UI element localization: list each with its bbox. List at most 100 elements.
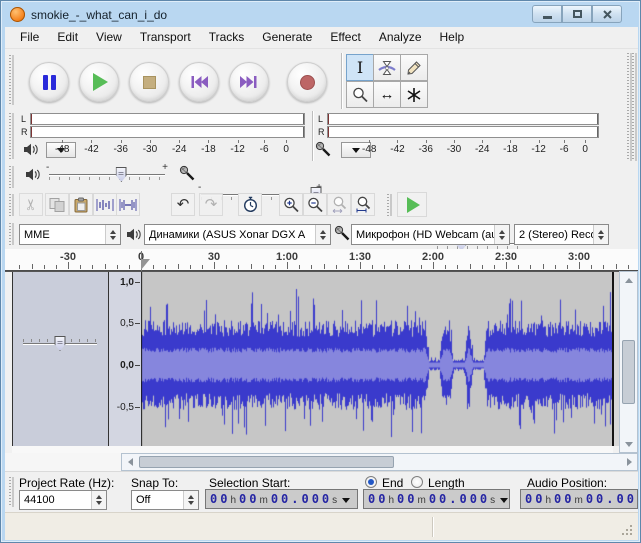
zoom-tool-button[interactable] — [346, 81, 374, 108]
transport-toolbar-grip[interactable] — [9, 55, 11, 105]
fit-project-button[interactable] — [351, 193, 375, 216]
scroll-down-button[interactable] — [620, 436, 637, 452]
snap-to-select[interactable]: Off — [131, 490, 199, 510]
track-control-panel[interactable] — [13, 272, 108, 446]
paste-button[interactable] — [69, 193, 93, 216]
multi-tool-button[interactable] — [400, 81, 428, 108]
tools-toolbar: I ↔ — [347, 55, 433, 110]
dropdown-arrow-icon — [352, 148, 360, 153]
end-radio[interactable] — [365, 476, 377, 488]
transcription-toolbar-grip[interactable] — [387, 194, 389, 216]
waveform-canvas[interactable] — [141, 272, 613, 446]
window-controls — [532, 5, 622, 23]
recording-meter-left-label: L — [318, 113, 323, 125]
menu-item-help[interactable]: Help — [431, 27, 474, 48]
resize-grip[interactable] — [630, 533, 632, 535]
horizontal-scrollbar-thumb[interactable] — [139, 456, 394, 468]
time-unit: h — [388, 495, 394, 506]
trim-audio-button[interactable] — [93, 193, 117, 216]
meter-scale-label: 0 — [582, 143, 588, 157]
arrow-left-icon — [128, 458, 133, 466]
vertical-scrollbar[interactable] — [619, 271, 638, 453]
zoom-out-button[interactable] — [303, 193, 327, 216]
maximize-button[interactable] — [562, 5, 592, 23]
recording-meter-right-bar[interactable] — [327, 126, 599, 138]
menu-item-generate[interactable]: Generate — [253, 27, 321, 48]
skip-to-start-button[interactable] — [179, 62, 219, 102]
zoom-in-button[interactable] — [279, 193, 303, 216]
scroll-right-button[interactable] — [621, 454, 637, 470]
edit-toolbar-grip[interactable] — [9, 194, 11, 216]
stop-button[interactable] — [129, 62, 169, 102]
menu-item-tracks[interactable]: Tracks — [200, 27, 254, 48]
meter-scale-label: -48 — [55, 143, 69, 157]
audio-host-select[interactable]: MME — [19, 224, 121, 245]
device-toolbar-grip[interactable] — [9, 223, 11, 245]
record-button[interactable] — [287, 62, 327, 102]
recording-channels-select[interactable]: 2 (Stereo) Record — [514, 224, 609, 245]
envelope-tool-button[interactable] — [373, 54, 401, 81]
audio-position-field[interactable]: 00h00m00.000s — [520, 489, 638, 509]
fit-selection-icon — [331, 196, 348, 213]
copy-button[interactable] — [45, 193, 69, 216]
length-radio-label: Length — [428, 476, 465, 490]
slider-thumb[interactable] — [55, 336, 66, 351]
scroll-left-button[interactable] — [122, 454, 138, 470]
close-button[interactable] — [592, 5, 622, 23]
menu-item-transport[interactable]: Transport — [131, 27, 200, 48]
menu-item-view[interactable]: View — [87, 27, 131, 48]
sync-lock-button[interactable] — [238, 193, 262, 216]
project-rate-input[interactable]: 44100 — [19, 490, 107, 510]
pause-button[interactable] — [29, 62, 69, 102]
arrow-right-icon — [627, 458, 632, 466]
timeline-ruler[interactable]: -300301:001:302:002:303:00 — [5, 249, 638, 271]
selection-end-field[interactable]: 00h00m00.000s — [363, 489, 510, 509]
length-radio[interactable] — [411, 476, 423, 488]
track-gain-slider[interactable] — [21, 335, 99, 353]
menu-item-file[interactable]: File — [11, 27, 48, 48]
cut-button[interactable]: ✂ — [19, 193, 43, 216]
selection-tool-button[interactable]: I — [346, 54, 374, 81]
slider-track — [49, 174, 165, 175]
vertical-ruler[interactable]: 1,00,50,0-0,5 — [109, 272, 141, 446]
redo-button[interactable]: ↷ — [199, 193, 223, 216]
combo-arrows-icon — [105, 225, 120, 244]
time-shift-tool-icon: ↔ — [380, 87, 395, 102]
playback-meter-right-bar[interactable] — [30, 126, 305, 138]
silence-audio-button[interactable] — [116, 193, 140, 216]
play-button[interactable] — [79, 62, 119, 102]
playback-device-select[interactable]: Динамики (ASUS Xonar DGX A — [144, 224, 331, 245]
meter-toolbar-grip[interactable] — [9, 113, 11, 159]
audio-host-value: MME — [20, 229, 105, 241]
timeline-tick — [518, 265, 519, 269]
vruler-label: -0,5 — [117, 402, 134, 413]
playback-volume-slider[interactable]: - + — [47, 165, 167, 185]
recording-meter-left-bar[interactable] — [327, 113, 599, 125]
skip-to-end-icon — [239, 75, 259, 89]
menu-item-edit[interactable]: Edit — [48, 27, 87, 48]
draw-tool-button[interactable] — [400, 54, 428, 81]
selection-start-field[interactable]: 00h00m00.000s — [205, 489, 358, 509]
play-at-speed-button[interactable] — [397, 192, 427, 217]
playback-meter-scale: -48-42-36-30-24-18-12-60 — [55, 143, 289, 157]
below-track-strip — [12, 446, 613, 453]
skip-to-end-button[interactable] — [229, 62, 269, 102]
undo-button[interactable]: ↶ — [171, 193, 195, 216]
play-at-speed-icon — [407, 197, 420, 213]
timeline-label: 1:30 — [349, 251, 371, 263]
trim-audio-icon — [95, 197, 115, 213]
playback-meter-left-bar[interactable] — [30, 113, 305, 125]
timeline-tick — [567, 265, 568, 269]
menu-item-analyze[interactable]: Analyze — [370, 27, 431, 48]
vertical-scrollbar-thumb[interactable] — [622, 340, 635, 404]
mixer-toolbar-grip[interactable] — [9, 166, 11, 188]
fit-selection-button[interactable] — [327, 193, 351, 216]
selection-toolbar-grip[interactable] — [9, 477, 11, 507]
recording-device-select[interactable]: Микрофон (HD Webcam (audi — [351, 224, 510, 245]
project-rate-label: Project Rate (Hz): — [19, 476, 114, 490]
menu-item-effect[interactable]: Effect — [321, 27, 369, 48]
horizontal-scrollbar[interactable] — [121, 453, 638, 471]
scroll-up-button[interactable] — [620, 272, 637, 288]
minimize-button[interactable] — [532, 5, 562, 23]
time-shift-tool-button[interactable]: ↔ — [373, 81, 401, 108]
